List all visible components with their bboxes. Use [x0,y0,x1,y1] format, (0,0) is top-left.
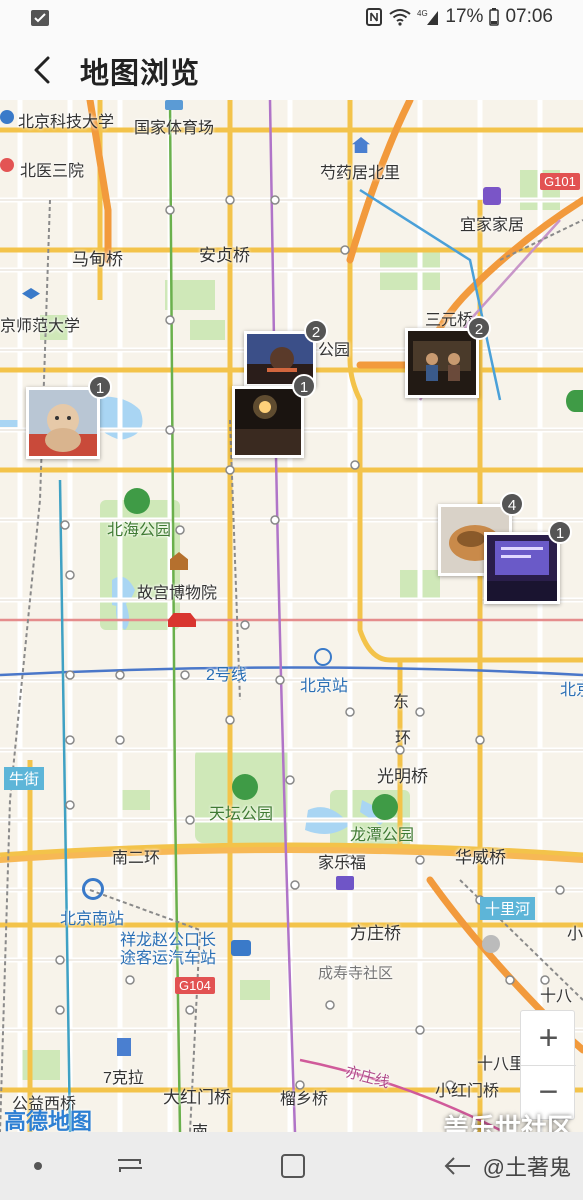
app-header: 地图浏览 [0,36,583,100]
photo-count-badge: 1 [292,374,316,398]
highway-tag: G101 [540,173,580,190]
map-label: 东 [393,694,410,711]
status-icons: 4G 17% 07:06 [365,6,553,28]
map-label: 华威桥 [455,848,506,867]
map-label: 安贞桥 [199,246,250,265]
map-label: 成寿寺社区 [318,965,394,982]
clock: 07:06 [505,6,553,27]
park-tree-icon-4 [566,390,583,412]
map-label: 大红门桥 [163,1088,231,1107]
shopping-icon [483,187,501,205]
map-label: 家乐福 [318,855,367,872]
university-icon [0,110,14,124]
map-label: 三元桥 [425,312,474,329]
map-label: 祥龙赵公口长途客运汽车站 [120,932,217,967]
gate-icon [168,613,196,627]
photo-pin-night-street[interactable]: 1 [232,374,316,458]
wifi-icon [389,8,412,26]
map-label: 宜家家居 [460,217,525,234]
map-label: 十八 [540,988,573,1005]
photo-thumbnail [29,390,97,456]
map-label: 京师范大学 [0,318,81,335]
dot-icon [34,1162,42,1170]
status-bar: 4G 17% 07:06 [0,0,583,36]
building-icon [117,1038,131,1056]
network-type: 4G [417,9,428,18]
photo-count-badge: 2 [467,316,491,340]
map-label: 南二环 [112,850,161,867]
battery-icon [489,8,500,26]
map-label: 北京南站 [60,911,125,928]
checkbox-notification-icon [30,9,50,27]
map-label: 马甸桥 [72,250,123,269]
map-view[interactable]: 北京科技大学 国家体育场 北医三院 芍药居北里 宜家家居 马甸桥 安贞桥 京师范… [0,100,583,1132]
map-label: 小红门桥 [435,1083,500,1100]
watermark: 盖乐世社区 [442,1113,573,1132]
system-nav-bar: @土著鬼 [0,1132,583,1200]
subway-line-tag: 牛街 [4,767,45,790]
map-label: 北医三院 [20,163,85,180]
map-label: 北京 [560,682,583,699]
photo-thumbnail [487,535,557,601]
parking-icon [482,935,500,953]
stadium-icon [165,100,183,110]
park-tree-icon-3 [372,794,398,820]
photo-count-badge: 4 [500,492,524,516]
back-nav-icon [444,1157,470,1175]
photo-thumbnail [408,331,476,395]
nfc-icon [365,8,383,26]
subway-line-tag: 十里河 [480,897,536,920]
map-label: 芍药居北里 [320,165,401,182]
map-label: 故宫博物院 [137,585,218,602]
back-nav-button[interactable] [440,1150,480,1182]
bus-station-icon [231,940,251,956]
photo-pin-doll[interactable]: 1 [26,375,112,459]
back-arrow-icon [34,56,50,84]
amap-logo: 高德地图 [4,1109,93,1132]
map-label: 方庄桥 [350,924,401,943]
map-label: 环 [395,730,412,747]
map-label: 光明桥 [377,767,428,786]
railway-station-icon [82,878,104,900]
station-icon [314,648,332,666]
map-label: 北京科技大学 [18,114,115,131]
park-tree-icon [124,488,150,514]
recents-icon [118,1159,142,1172]
photo-count-badge: 2 [304,319,328,343]
park-tree-icon-2 [232,774,258,800]
map-label: 国家体育场 [134,120,215,137]
back-button[interactable] [22,50,62,90]
map-label: 7克拉 [103,1070,144,1087]
photo-pin-presentation[interactable]: 1 [484,520,572,604]
map-label: 南 [192,1118,208,1132]
recent-apps-button[interactable] [110,1150,150,1182]
map-label: 北京站 [300,678,349,695]
home-button[interactable] [273,1150,313,1182]
map-label: 天坛公园 [209,806,274,823]
nav-dot-button[interactable] [20,1150,60,1182]
photo-thumbnail [235,389,301,455]
zoom-in-button[interactable]: + [521,1011,576,1065]
photo-count-badge: 1 [88,375,112,399]
map-label: 2号线 [206,667,247,684]
credit-text: @土著鬼 [482,1155,571,1180]
screen: 4G 17% 07:06 地图浏览 北京科技大学 国家体育场 北医三院 芍药居北… [0,0,583,1200]
home-square-icon [281,1154,305,1178]
highway-tag: G104 [175,977,215,994]
page-title: 地图浏览 [80,58,201,90]
map-label: 北海公园 [107,522,172,539]
supermarket-icon [336,876,354,890]
signal-icon: 4G [417,8,439,26]
hospital-icon [0,158,14,172]
photo-pin-band-stage[interactable]: 2 [405,316,491,398]
zoom-controls: + − [520,1010,576,1120]
map-label: 榴乡桥 [280,1091,329,1108]
battery-text: 17% [445,6,484,27]
map-label: 小 [567,926,583,943]
map-label: 龙潭公园 [350,827,415,844]
photo-count-badge: 1 [548,520,572,544]
